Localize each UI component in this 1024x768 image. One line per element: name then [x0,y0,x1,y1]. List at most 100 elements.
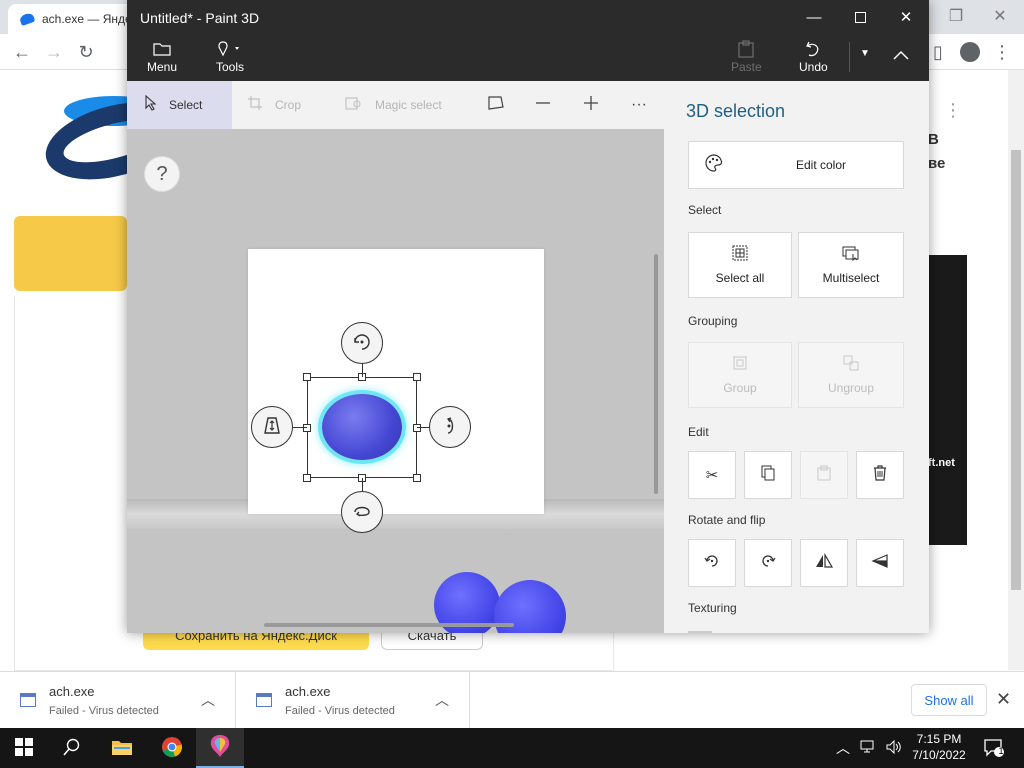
flip-horizontal-button[interactable] [800,539,848,587]
rotate-left-button[interactable] [688,539,736,587]
multiselect-button[interactable]: Multiselect [798,232,904,298]
magic-select-tool-button[interactable]: Magic select [345,81,442,129]
resize-handle[interactable] [413,373,421,381]
texturing-section-label: Texturing [688,601,737,615]
browser-close-icon[interactable]: ✕ [980,4,1020,28]
rotate-flip-section-label: Rotate and flip [688,513,766,527]
group-button[interactable]: Group [688,342,792,408]
texturing-option-stub[interactable] [688,631,712,633]
flip-vertical-icon [871,553,889,573]
system-tray: ︿ [836,728,902,768]
edit-section-label: Edit [688,425,709,439]
chevron-up-icon[interactable]: ︿ [201,690,215,710]
reload-icon[interactable]: ↻ [74,40,98,64]
resize-handle[interactable] [303,424,311,432]
browser-scrollbar-thumb[interactable] [1011,150,1021,590]
file-explorer-button[interactable] [98,728,146,768]
notification-count-badge: 1 [998,746,1004,756]
help-button[interactable]: ? [144,156,180,192]
page-right-heading-line: ве [928,155,946,172]
flip-vertical-button[interactable] [856,539,904,587]
paste-clipboard-icon [738,38,754,60]
yandex-disk-banner-image [14,96,127,296]
zoom-in-button[interactable] [583,81,599,129]
more-options-button[interactable]: ··· [631,81,647,129]
delete-button[interactable] [856,451,904,499]
paint3d-titlebar: Untitled* - Paint 3D — ✕ [127,0,929,34]
paint3d-taskbar-button[interactable] [196,728,244,768]
undo-button[interactable]: Undo [799,38,828,74]
3d-selection-panel: 3D selection Edit color Select Select al… [664,81,929,633]
download-item[interactable]: ach.exe Failed - Virus detected ︿ [0,672,236,728]
tools-button[interactable]: Tools [215,38,245,74]
collapse-ribbon-button[interactable] [893,44,909,66]
copy-button[interactable] [744,451,792,499]
back-arrow-icon[interactable]: ← [10,40,34,64]
page-kebab-menu-icon[interactable]: ⋮ [944,100,962,121]
download-filename: ach.exe [285,684,331,699]
resize-handle[interactable] [413,424,421,432]
search-button[interactable] [48,728,96,768]
edit-color-button[interactable]: Edit color [688,141,904,189]
rotate-z-gizmo[interactable] [341,322,383,364]
selection-bounding-box[interactable] [307,377,417,478]
sidebar-icon[interactable]: ▯ [926,40,950,64]
resize-handle[interactable] [303,474,311,482]
ad-image[interactable]: ft.net [928,255,967,545]
chrome-button[interactable] [148,728,196,768]
paste-label: Paste [731,60,762,74]
downloads-shelf: ach.exe Failed - Virus detected ︿ ach.ex… [0,671,1024,728]
selection-toolbar: Select Crop Magic select ··· [127,81,664,129]
maximize-icon [854,11,866,23]
ungroup-button[interactable]: Ungroup [798,342,904,408]
chevron-up-icon[interactable]: ︿ [435,690,449,710]
show-all-downloads-button[interactable]: Show all [911,684,987,716]
paste-panel-button[interactable] [800,451,848,499]
multiselect-label: Multiselect [822,271,880,285]
browser-scrollbar[interactable] [1008,70,1024,670]
browser-menu-dots-icon[interactable]: ⋮ [990,40,1014,64]
canvas-workspace[interactable]: ? [127,129,664,633]
download-item[interactable]: ach.exe Failed - Virus detected ︿ [236,672,470,728]
select-all-button[interactable]: Select all [688,232,792,298]
action-center-button[interactable]: 1 [982,736,1006,760]
tray-overflow-chevron-icon[interactable]: ︿ [836,738,850,758]
push-back-gizmo[interactable] [251,406,293,448]
forward-arrow-icon[interactable]: → [42,40,66,64]
gizmo-connector [362,478,363,492]
history-dropdown-button[interactable]: ▼ [849,42,870,72]
paste-icon [816,465,832,485]
resize-handle[interactable] [413,474,421,482]
group-icon [732,355,748,375]
menu-button[interactable]: Menu [147,38,177,74]
minimize-button[interactable]: — [791,0,837,34]
view-3d-button[interactable] [487,81,505,129]
taskbar-clock[interactable]: 7:15 PM 7/10/2022 [904,731,974,763]
canvas-horizontal-scrollbar[interactable] [264,623,514,627]
search-icon [63,738,81,759]
start-button[interactable] [0,728,48,768]
minimize-icon: — [806,8,822,26]
resize-handle[interactable] [303,373,311,381]
rotate-x-gizmo[interactable] [341,491,383,533]
gizmo-connector [362,363,363,377]
canvas-vertical-scrollbar[interactable] [654,254,658,494]
menu-label: Menu [147,60,178,74]
paste-button[interactable]: Paste [731,38,762,74]
zoom-out-button[interactable] [535,81,551,129]
close-downloads-icon[interactable]: ✕ [996,689,1011,710]
crop-tool-button[interactable]: Crop [247,81,301,129]
close-button[interactable]: ✕ [883,0,929,34]
crop-tool-label: Crop [275,98,302,112]
maximize-button[interactable] [837,0,883,34]
paint3d-window-title: Untitled* - Paint 3D [140,10,260,26]
volume-icon[interactable] [886,739,902,757]
rotate-y-gizmo[interactable] [429,406,471,448]
select-tool-button[interactable]: Select [127,81,232,129]
profile-avatar-icon[interactable] [958,40,982,64]
browser-restore-icon[interactable]: ❐ [936,4,976,28]
network-icon[interactable] [860,740,876,757]
cut-button[interactable]: ✂ [688,451,736,499]
magic-select-icon [345,95,363,116]
rotate-right-button[interactable] [744,539,792,587]
